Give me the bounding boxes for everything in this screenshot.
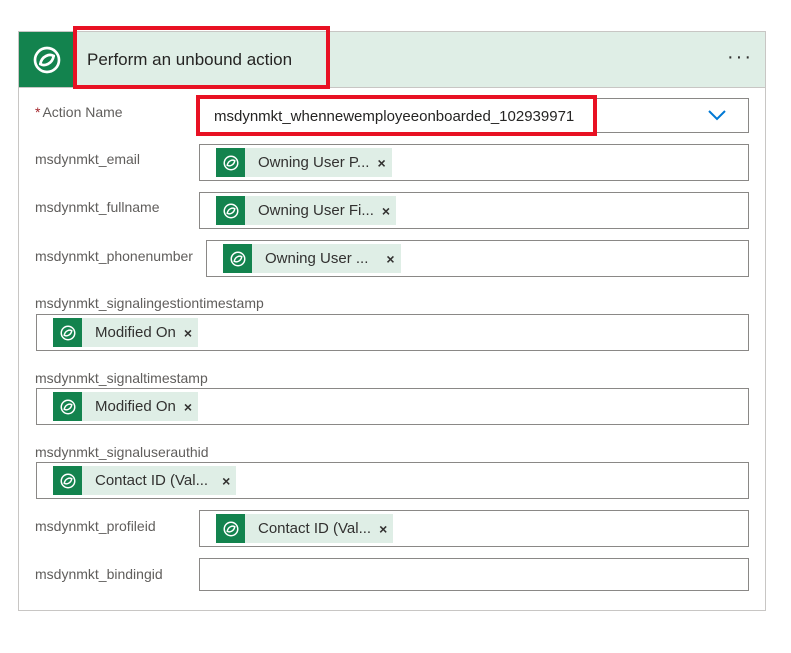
required-mark: * — [35, 104, 41, 120]
signaltimestamp-field[interactable]: Modified On × — [36, 388, 749, 425]
fullname-token[interactable]: Owning User Fi... × — [216, 196, 397, 225]
remove-token-button[interactable]: × — [379, 521, 387, 537]
token-label: Owning User P... — [258, 154, 370, 171]
profileid-field[interactable]: Contact ID (Val... × — [199, 510, 749, 547]
token-label: Owning User Fi... — [258, 202, 374, 219]
signaluserauthid-label: msdynmkt_signaluserauthid — [35, 444, 209, 460]
fullname-label: msdynmkt_fullname — [35, 199, 160, 215]
fullname-field[interactable]: Owning User Fi... × — [199, 192, 749, 229]
dataverse-icon — [223, 244, 252, 273]
remove-token-button[interactable]: × — [222, 473, 230, 489]
dataverse-icon — [19, 32, 74, 87]
chevron-down-icon[interactable] — [708, 108, 726, 122]
signaltimestamp-token[interactable]: Modified On × — [53, 392, 199, 421]
signalingestiontimestamp-field[interactable]: Modified On × — [36, 314, 749, 351]
email-token[interactable]: Owning User P... × — [216, 148, 392, 177]
action-name-label: * Action Name — [35, 104, 123, 120]
phonenumber-field[interactable]: Owning User ... × — [206, 240, 749, 277]
token-label: Contact ID (Val... — [95, 472, 209, 489]
signaltimestamp-label: msdynmkt_signaltimestamp — [35, 370, 208, 386]
action-name-highlight-box — [196, 95, 597, 136]
token-label: Modified On — [95, 398, 176, 415]
phonenumber-label: msdynmkt_phonenumber — [35, 248, 193, 264]
dataverse-icon — [53, 466, 82, 495]
remove-token-button[interactable]: × — [184, 399, 192, 415]
dataverse-icon — [216, 196, 245, 225]
email-label: msdynmkt_email — [35, 151, 141, 167]
bindingid-label: msdynmkt_bindingid — [35, 566, 163, 582]
signaluserauthid-field[interactable]: Contact ID (Val... × — [36, 462, 749, 499]
more-options-button[interactable]: ··· — [727, 46, 753, 69]
email-field[interactable]: Owning User P... × — [199, 144, 749, 181]
title-highlight-box — [73, 26, 330, 89]
signaluserauthid-token[interactable]: Contact ID (Val... × — [53, 466, 237, 495]
dataverse-icon — [216, 148, 245, 177]
token-label: Owning User ... — [265, 250, 369, 267]
dataverse-icon — [53, 392, 82, 421]
dataverse-icon — [216, 514, 245, 543]
bindingid-field[interactable] — [199, 558, 749, 591]
phonenumber-token[interactable]: Owning User ... × — [223, 244, 401, 273]
action-name-label-text: Action Name — [42, 104, 123, 120]
remove-token-button[interactable]: × — [184, 325, 192, 341]
signalingestiontimestamp-label: msdynmkt_signalingestiontimestamp — [35, 295, 264, 311]
token-label: Modified On — [95, 324, 176, 341]
signalingestiontimestamp-token[interactable]: Modified On × — [53, 318, 199, 347]
token-label: Contact ID (Val... — [258, 520, 372, 537]
remove-token-button[interactable]: × — [386, 251, 394, 267]
remove-token-button[interactable]: × — [382, 203, 390, 219]
remove-token-button[interactable]: × — [377, 155, 385, 171]
profileid-label: msdynmkt_profileid — [35, 518, 156, 534]
profileid-token[interactable]: Contact ID (Val... × — [216, 514, 394, 543]
dataverse-icon — [53, 318, 82, 347]
